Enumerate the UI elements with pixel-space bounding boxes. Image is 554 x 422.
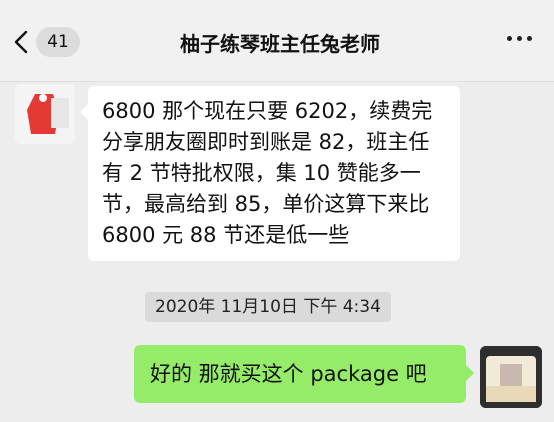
message-timestamp: 2020年 11月10日 下午 4:34 (145, 292, 391, 322)
back-button[interactable]: 41 (14, 26, 92, 58)
my-avatar[interactable] (480, 346, 542, 408)
avatar-image (15, 84, 75, 144)
more-options-button[interactable] (507, 36, 532, 41)
contact-avatar[interactable] (15, 84, 75, 144)
chat-title: 柚子练琴班主任兔老师 (180, 32, 380, 56)
chat-header: 41 柚子练琴班主任兔老师 (0, 0, 554, 82)
message-text: 好的 那就买这个 package 吧 (150, 362, 427, 386)
more-dots-icon (507, 36, 512, 41)
message-text: 6800 那个现在只要 6202，续费完分享朋友圈即时到账是 82，班主任有 2… (102, 99, 433, 247)
sent-message-bubble[interactable]: 好的 那就买这个 package 吧 (134, 345, 474, 403)
avatar-image (480, 346, 542, 408)
unread-count-badge: 41 (36, 27, 80, 57)
received-message-bubble[interactable]: 6800 那个现在只要 6202，续费完分享朋友圈即时到账是 82，班主任有 2… (80, 86, 460, 261)
chevron-left-icon (14, 30, 28, 54)
